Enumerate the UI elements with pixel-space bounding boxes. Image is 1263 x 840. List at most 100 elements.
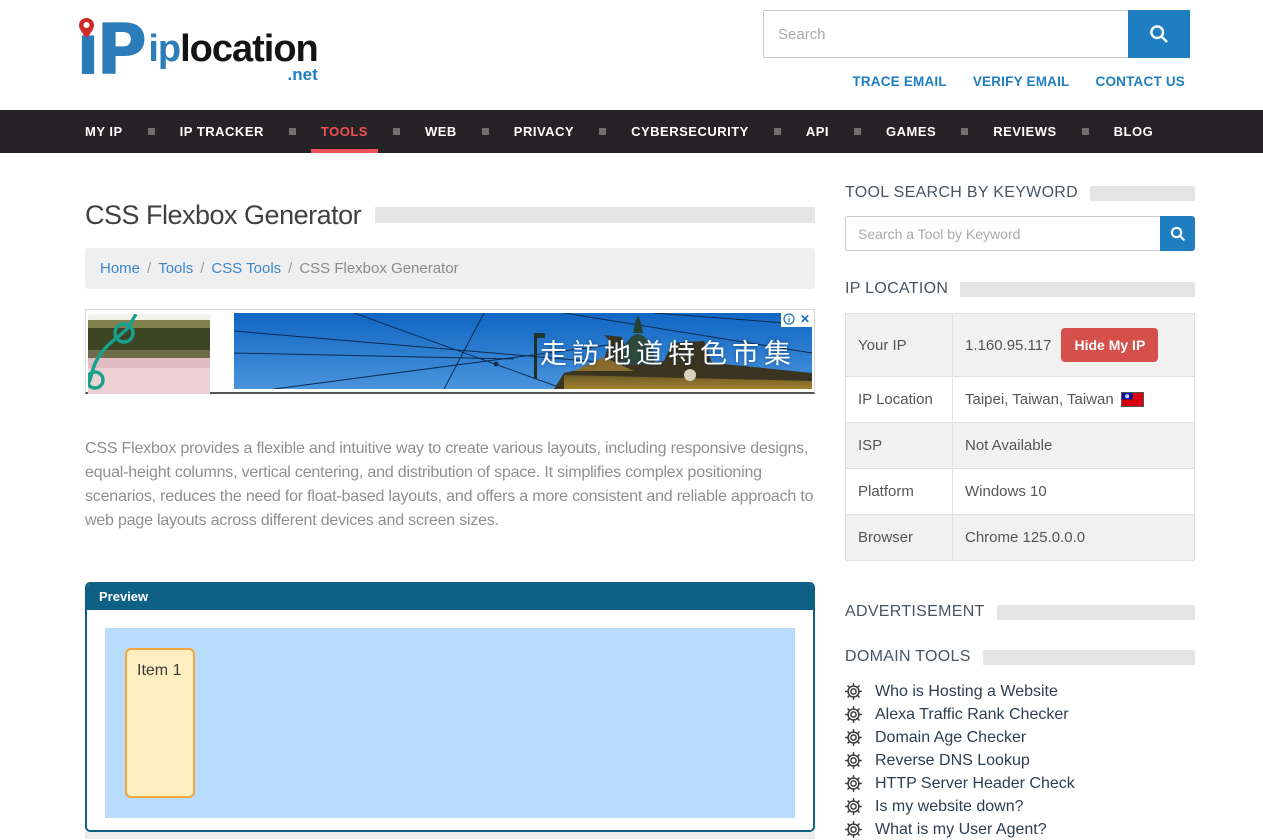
preview-panel-header: Preview xyxy=(87,584,813,610)
row-value: Taipei, Taiwan, Taiwan xyxy=(953,377,1195,423)
heading-decoration-bar xyxy=(960,282,1195,297)
hide-my-ip-button[interactable]: Hide My IP xyxy=(1061,328,1158,362)
domain-tool-link[interactable]: Alexa Traffic Rank Checker xyxy=(875,706,1069,724)
nav-item-api[interactable]: API xyxy=(806,110,829,153)
domain-tool-link[interactable]: Domain Age Checker xyxy=(875,729,1026,747)
row-label: Your IP xyxy=(846,314,953,377)
gear-icon xyxy=(845,775,862,792)
nav-item-tools[interactable]: TOOLS xyxy=(321,110,368,153)
nav-item-my-ip[interactable]: MY IP xyxy=(85,110,123,153)
tool-search-heading: TOOL SEARCH BY KEYWORD xyxy=(845,183,1195,203)
ad-close-icon[interactable]: ✕ xyxy=(797,311,813,327)
site-search-button[interactable] xyxy=(1128,10,1190,58)
nav-item-privacy[interactable]: PRIVACY xyxy=(514,110,574,153)
nav-item-web[interactable]: WEB xyxy=(425,110,457,153)
ad-photo-building xyxy=(234,313,812,389)
row-value: Chrome 125.0.0.0 xyxy=(953,515,1195,561)
trace-email-link[interactable]: TRACE EMAIL xyxy=(852,74,946,89)
table-row: ISP Not Available xyxy=(846,423,1195,469)
breadcrumb-css-tools[interactable]: CSS Tools xyxy=(211,260,281,277)
nav-separator xyxy=(482,128,489,135)
page: ıP iplocation .net TRACE EMAIL VERIFY EM… xyxy=(0,0,1263,840)
nav-item-blog[interactable]: BLOG xyxy=(1114,110,1154,153)
main-column: CSS Flexbox Generator Home/Tools/CSS Too… xyxy=(85,153,815,840)
taiwan-flag-icon xyxy=(1122,393,1143,406)
breadcrumb-tools[interactable]: Tools xyxy=(158,260,193,277)
header-links: TRACE EMAIL VERIFY EMAIL CONTACT US xyxy=(852,74,1185,89)
site-logo[interactable]: ıP iplocation .net xyxy=(76,8,318,92)
nav-separator xyxy=(961,128,968,135)
list-item: Who is Hosting a Website xyxy=(845,680,1195,703)
row-label: Platform xyxy=(846,469,953,515)
domain-tool-link[interactable]: What is my User Agent? xyxy=(875,821,1047,839)
row-label: ISP xyxy=(846,423,953,469)
ad-badges: ✕ xyxy=(781,311,813,327)
domain-tool-link[interactable]: HTTP Server Header Check xyxy=(875,775,1075,793)
logo-location: location xyxy=(180,28,318,70)
nav-separator xyxy=(599,128,606,135)
site-header: ıP iplocation .net TRACE EMAIL VERIFY EM… xyxy=(0,0,1263,110)
nav-item-ip-tracker[interactable]: IP TRACKER xyxy=(180,110,264,153)
content: CSS Flexbox Generator Home/Tools/CSS Too… xyxy=(0,153,1263,840)
nav-separator xyxy=(148,128,155,135)
search-icon xyxy=(1149,24,1169,44)
nav-item-reviews[interactable]: REVIEWS xyxy=(993,110,1056,153)
page-title: CSS Flexbox Generator xyxy=(85,200,361,231)
site-search-input[interactable] xyxy=(763,10,1128,58)
nav-item-games[interactable]: GAMES xyxy=(886,110,936,153)
ip-location-table: Your IP 1.160.95.117 Hide My IP IP Locati… xyxy=(845,313,1195,561)
ip-address: 1.160.95.117 xyxy=(965,337,1051,354)
domain-tools-heading: DOMAIN TOOLS xyxy=(845,647,1195,667)
contact-us-link[interactable]: CONTACT US xyxy=(1096,74,1186,89)
list-item: What is my User Agent? xyxy=(845,818,1195,840)
gear-icon xyxy=(845,729,862,746)
domain-tool-link[interactable]: Reverse DNS Lookup xyxy=(875,752,1030,770)
next-section-strip xyxy=(85,832,815,839)
list-item: HTTP Server Header Check xyxy=(845,772,1195,795)
domain-tools-list: Who is Hosting a Website Alexa Traffic R… xyxy=(845,680,1195,840)
domain-tool-link[interactable]: Who is Hosting a Website xyxy=(875,683,1058,701)
preview-panel-body: Item 1 xyxy=(87,610,813,832)
nav-separator xyxy=(393,128,400,135)
gear-icon xyxy=(845,752,862,769)
heading-decoration-bar xyxy=(997,605,1195,620)
tool-search-input[interactable] xyxy=(845,216,1160,251)
advertisement-heading: ADVERTISEMENT xyxy=(845,602,1195,622)
row-value: Windows 10 xyxy=(953,469,1195,515)
adchoices-info-icon[interactable] xyxy=(781,311,797,327)
flex-preview-item: Item 1 xyxy=(125,648,195,798)
table-row: Platform Windows 10 xyxy=(846,469,1195,515)
site-search xyxy=(763,10,1190,58)
list-item: Is my website down? xyxy=(845,795,1195,818)
list-item: Reverse DNS Lookup xyxy=(845,749,1195,772)
logo-text: iplocation .net xyxy=(148,30,317,92)
gear-icon xyxy=(845,821,862,838)
gear-icon xyxy=(845,798,862,815)
tool-search-button[interactable] xyxy=(1160,216,1195,251)
preview-panel: Preview Item 1 xyxy=(85,582,815,832)
breadcrumb-current: CSS Flexbox Generator xyxy=(299,260,458,277)
tool-search xyxy=(845,216,1195,251)
nav-item-cybersecurity[interactable]: CYBERSECURITY xyxy=(631,110,749,153)
gear-icon xyxy=(845,683,862,700)
main-nav: MY IP IP TRACKER TOOLS WEB PRIVACY CYBER… xyxy=(0,110,1263,153)
verify-email-link[interactable]: VERIFY EMAIL xyxy=(973,74,1070,89)
breadcrumb: Home/Tools/CSS Tools/CSS Flexbox Generat… xyxy=(85,248,815,289)
nav-separator xyxy=(774,128,781,135)
list-item: Alexa Traffic Rank Checker xyxy=(845,703,1195,726)
ad-photo-pink-lake xyxy=(88,314,210,394)
domain-tool-link[interactable]: Is my website down? xyxy=(875,798,1024,816)
heading-decoration-bar xyxy=(983,650,1195,665)
title-decoration-bar xyxy=(375,207,815,223)
nav-separator xyxy=(289,128,296,135)
gear-icon xyxy=(845,706,862,723)
flex-preview-container: Item 1 xyxy=(105,628,795,818)
ad-banner[interactable]: 走訪地道特色市集 ✕ xyxy=(85,309,815,394)
row-label: IP Location xyxy=(846,377,953,423)
location-pin-icon xyxy=(79,18,94,38)
table-row: Browser Chrome 125.0.0.0 xyxy=(846,515,1195,561)
list-item: Domain Age Checker xyxy=(845,726,1195,749)
nav-separator xyxy=(1082,128,1089,135)
breadcrumb-home[interactable]: Home xyxy=(100,260,140,277)
table-row: Your IP 1.160.95.117 Hide My IP xyxy=(846,314,1195,377)
